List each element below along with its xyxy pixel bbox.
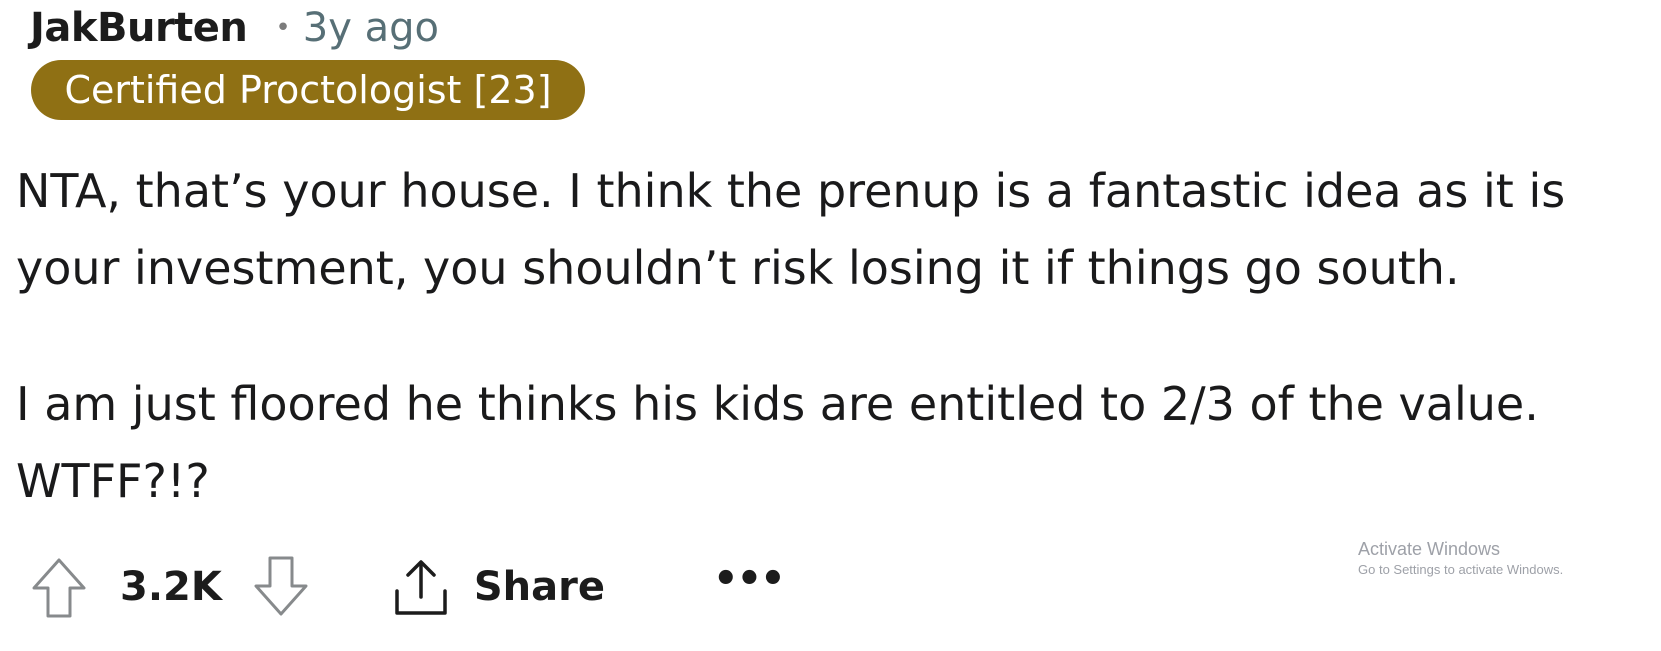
comment-header: JakBurten • 3y ago xyxy=(30,0,439,56)
meta-separator: • xyxy=(275,13,291,43)
downvote-icon[interactable] xyxy=(252,556,310,618)
comment-paragraph-2: I am just floored he thinks his kids are… xyxy=(16,377,1539,508)
author-username[interactable]: JakBurten xyxy=(30,5,248,51)
share-icon xyxy=(392,557,450,617)
vote-score: 3.2K xyxy=(120,564,222,610)
share-label: Share xyxy=(473,564,605,610)
share-button[interactable]: Share xyxy=(392,557,605,617)
watermark-title: Activate Windows xyxy=(1358,539,1501,559)
comment-timestamp[interactable]: 3y ago xyxy=(303,5,439,51)
user-flair-badge: Certified Proctologist [23] xyxy=(31,60,585,120)
upvote-icon[interactable] xyxy=(30,556,88,618)
activate-windows-watermark: Activate Windows Go to Settings to activ… xyxy=(1358,538,1563,580)
comment-paragraph-1: NTA, that’s your house. I think the pren… xyxy=(16,164,1566,295)
more-options-button[interactable]: ••• xyxy=(713,556,786,602)
comment-action-bar: 3.2K Share ••• xyxy=(30,552,786,622)
watermark-subtitle: Go to Settings to activate Windows. xyxy=(1358,562,1564,577)
